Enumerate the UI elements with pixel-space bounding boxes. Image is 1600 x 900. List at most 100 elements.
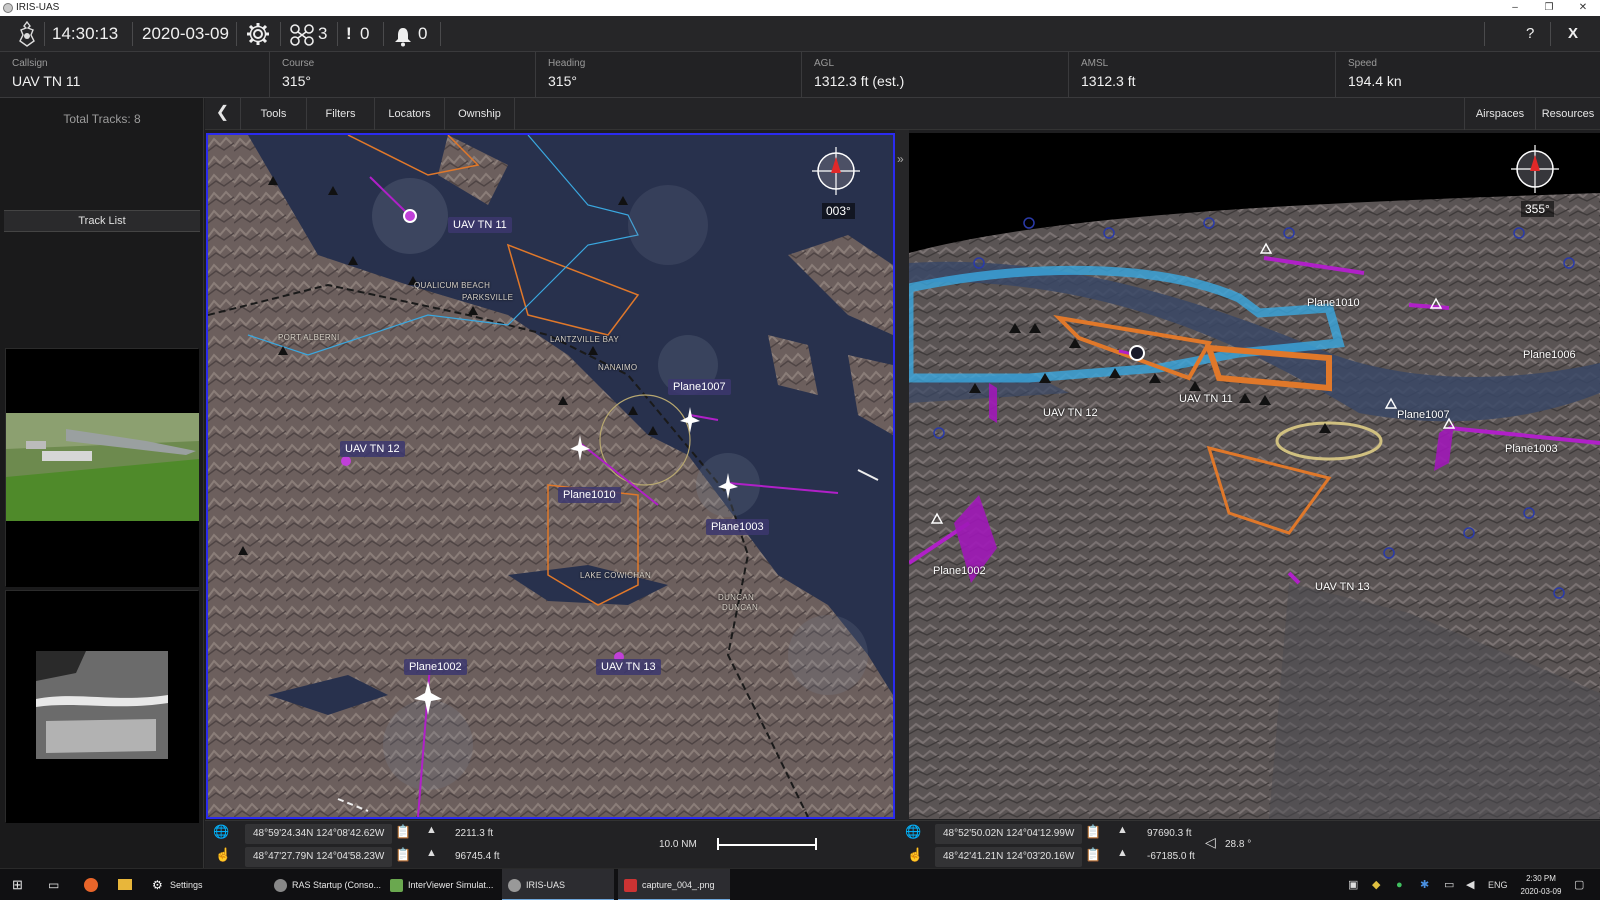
console-icon (274, 879, 287, 892)
taskbar-ras-startup[interactable]: RAS Startup (Conso... (268, 869, 381, 900)
settings-gear-icon[interactable] (246, 22, 270, 46)
track3d-label-plane1006[interactable]: Plane1006 (1523, 349, 1576, 361)
compass-3d-icon[interactable] (1509, 143, 1561, 195)
compass-2d-heading: 003° (822, 203, 855, 219)
compass-2d-icon[interactable] (810, 145, 862, 197)
track-list-header[interactable]: Track List (4, 210, 200, 232)
place-lake-cowichan: LAKE COWICHAN (580, 571, 652, 580)
clipboard-icon[interactable]: 📋 (395, 847, 411, 863)
drone-count: 3 (318, 24, 328, 43)
notification-count: 0 (418, 24, 428, 43)
place-duncan: DUNCAN (718, 593, 755, 602)
scale-tick (717, 838, 719, 850)
tray-volume-icon[interactable]: ◀ (1466, 869, 1474, 900)
tray-clock[interactable]: 2:30 PM 2020-03-09 (1516, 872, 1566, 898)
touch-position-2d: 48°47'27.79N 124°04'58.23W (245, 847, 393, 867)
place-parksville: PARKSVILLE (462, 293, 514, 302)
toolbar-divider (132, 22, 133, 46)
track3d-label-uav-tn-12[interactable]: UAV TN 12 (1043, 407, 1098, 419)
track3d-label-plane1002[interactable]: Plane1002 (933, 565, 986, 577)
track-label-plane1002[interactable]: Plane1002 (404, 659, 467, 675)
track3d-label-plane1007[interactable]: Plane1007 (1397, 409, 1450, 421)
track3d-label-uav-tn-13[interactable]: UAV TN 13 (1315, 581, 1370, 593)
track-label-uav-tn-13[interactable]: UAV TN 13 (596, 659, 661, 675)
track-label-plane1003[interactable]: Plane1003 (706, 519, 769, 535)
elevation-icon: ▲ (1117, 847, 1128, 859)
map-3d-view[interactable]: Plane1010 Plane1006 UAV TN 12 UAV TN 11 … (909, 133, 1600, 819)
map-scale-bar (717, 844, 817, 846)
window-close-button[interactable]: ✕ (1566, 0, 1600, 16)
view-splitter[interactable]: » « (895, 130, 909, 868)
bell-icon[interactable] (393, 24, 413, 47)
tab-tools[interactable]: Tools (241, 98, 307, 130)
elevation-icon: ▲ (1117, 824, 1128, 836)
track3d-label-plane1010[interactable]: Plane1010 (1307, 297, 1360, 309)
track-label-plane1010[interactable]: Plane1010 (558, 487, 621, 503)
track3d-label-plane1003[interactable]: Plane1003 (1505, 443, 1558, 455)
tab-filters[interactable]: Filters (307, 98, 375, 130)
touch-pointer-icon: ☝ (907, 847, 924, 862)
task-view-icon[interactable]: ▭ (40, 869, 70, 900)
taskbar-interviewer[interactable]: InterViewer Simulat... (384, 869, 496, 900)
tilt-angle-value: 28.8 ° (1225, 839, 1252, 850)
toolbar-divider (44, 22, 45, 46)
touch-altitude-2d: 96745.4 ft (455, 851, 500, 862)
minimize-button[interactable]: – (1498, 0, 1532, 16)
track3d-label-uav-tn-11[interactable]: UAV TN 11 (1179, 393, 1233, 405)
heading-label: Heading (548, 58, 586, 69)
clipboard-icon[interactable]: 📋 (395, 824, 411, 840)
taskbar-settings[interactable]: ⚙ Settings (146, 869, 246, 900)
tray-bluetooth-icon[interactable]: ✱ (1420, 869, 1429, 900)
tray-network-icon[interactable]: ▣ (1348, 869, 1358, 900)
track-label-uav-tn-12[interactable]: UAV TN 12 (340, 441, 405, 457)
tray-language[interactable]: ENG (1488, 869, 1508, 900)
place-qualicum-beach: QUALICUM BEACH (414, 281, 491, 290)
video-feed-ir[interactable] (5, 590, 199, 823)
video-feed-eo[interactable] (5, 348, 199, 587)
help-button[interactable]: ? (1526, 16, 1534, 52)
restore-button[interactable]: ❐ (1532, 0, 1566, 16)
course-value: 315° (282, 73, 311, 89)
taskbar-capture[interactable]: capture_004_.png (618, 869, 730, 900)
tray-display-icon[interactable]: ▭ (1444, 869, 1454, 900)
tab-airspaces[interactable]: Airspaces (1464, 98, 1536, 130)
place-nanaimo: NANAIMO (598, 363, 638, 372)
track-label-plane1007[interactable]: Plane1007 (668, 379, 731, 395)
callsign-value: UAV TN 11 (12, 73, 81, 89)
tray-date: 2020-03-09 (1520, 887, 1562, 896)
map-2d-view[interactable]: QUALICUM BEACH PARKSVILLE PORT ALBERNI L… (206, 133, 895, 819)
taskbar-iris-uas[interactable]: IRIS-UAS (502, 869, 614, 900)
taskbar-capture-label: capture_004_.png (642, 880, 715, 890)
thermal-video-image (6, 591, 199, 823)
tray-time: 2:30 PM (1526, 874, 1556, 883)
toolbar-divider (337, 22, 338, 46)
track-label-uav-tn-11[interactable]: UAV TN 11 (448, 217, 512, 233)
clipboard-icon[interactable]: 📋 (1085, 824, 1101, 840)
clipboard-icon[interactable]: 📋 (1085, 847, 1101, 863)
cursor-altitude-2d: 2211.3 ft (455, 828, 494, 839)
place-duncan: DUNCAN (722, 603, 759, 612)
tray-security-icon[interactable]: ◆ (1372, 869, 1380, 900)
crest-logo-icon (16, 20, 38, 47)
toolbar-divider (383, 22, 384, 46)
notification-center-icon[interactable]: ▢ (1574, 869, 1584, 900)
iris-app-icon (508, 879, 521, 892)
alert-icon[interactable]: ! (346, 16, 352, 52)
tab-locators[interactable]: Locators (375, 98, 445, 130)
exit-button[interactable]: X (1568, 16, 1578, 52)
expand-right-icon[interactable]: » (897, 152, 904, 166)
window-title: IRIS-UAS (16, 2, 60, 13)
amsl-cell: AMSL 1312.3 ft (1069, 52, 1336, 98)
collapse-chevron-icon[interactable]: ❮ (205, 98, 241, 130)
interviewer-icon (390, 879, 403, 892)
callsign-cell: Callsign UAV TN 11 (0, 52, 270, 98)
start-windows-icon[interactable]: ⊞ (0, 869, 36, 900)
tab-resources[interactable]: Resources (1536, 98, 1600, 130)
tray-defender-icon[interactable]: ● (1396, 869, 1403, 900)
drone-icon[interactable] (290, 23, 314, 46)
tab-ownship[interactable]: Ownship (445, 98, 515, 130)
file-explorer-icon[interactable] (110, 869, 140, 900)
amsl-label: AMSL (1081, 58, 1109, 69)
cursor-position-2d: 48°59'24.34N 124°08'42.62W (245, 824, 393, 844)
firefox-icon[interactable] (76, 869, 106, 900)
